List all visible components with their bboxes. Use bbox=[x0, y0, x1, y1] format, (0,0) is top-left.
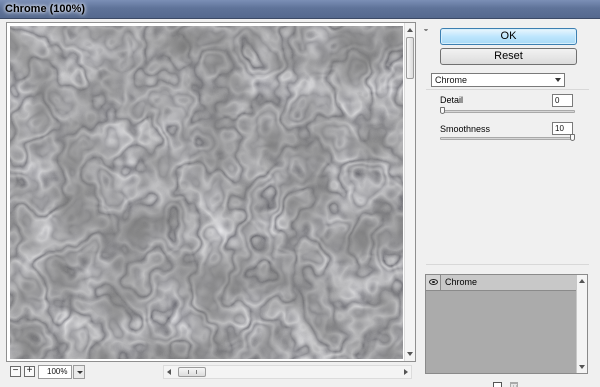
filter-parameters: Detail 0 Smoothness 10 bbox=[426, 89, 589, 265]
smoothness-label: Smoothness bbox=[440, 124, 491, 134]
scroll-left-icon[interactable] bbox=[167, 369, 171, 375]
zoom-level-field[interactable]: 100% bbox=[38, 365, 72, 379]
scroll-right-icon[interactable] bbox=[404, 369, 408, 375]
double-chevron-up-icon[interactable]: ˇˇ bbox=[424, 28, 428, 38]
chrome-preview-image[interactable] bbox=[10, 26, 403, 359]
scroll-thumb-horizontal[interactable] bbox=[178, 367, 206, 377]
preview-vertical-scrollbar[interactable] bbox=[404, 23, 415, 361]
title-bar: Chrome (100%) bbox=[0, 0, 600, 19]
scroll-down-icon[interactable] bbox=[407, 352, 413, 356]
eye-icon bbox=[429, 279, 438, 285]
trash-icon[interactable] bbox=[510, 382, 518, 387]
preview-horizontal-scrollbar[interactable] bbox=[163, 365, 412, 379]
zoom-out-button[interactable]: − bbox=[10, 366, 21, 377]
reset-button[interactable]: Reset bbox=[440, 48, 577, 65]
chrome-texture bbox=[10, 26, 403, 359]
filter-select-value: Chrome bbox=[435, 75, 468, 85]
new-effect-layer-icon[interactable] bbox=[493, 382, 502, 387]
scroll-down-icon[interactable] bbox=[579, 365, 585, 369]
window-title: Chrome (100%) bbox=[5, 3, 86, 15]
effect-layers-panel: Chrome bbox=[425, 274, 588, 374]
layer-name: Chrome bbox=[445, 277, 478, 287]
zoom-in-button[interactable]: + bbox=[24, 366, 35, 377]
ok-button[interactable]: OK bbox=[440, 28, 577, 45]
layer-visibility-toggle[interactable] bbox=[426, 275, 441, 290]
scroll-thumb[interactable] bbox=[406, 37, 414, 79]
chevron-down-icon bbox=[555, 78, 561, 82]
zoom-dropdown-button[interactable] bbox=[73, 365, 85, 379]
smoothness-slider-track[interactable] bbox=[440, 137, 575, 140]
effect-layer-row[interactable]: Chrome bbox=[426, 275, 577, 291]
layers-scrollbar[interactable] bbox=[576, 275, 587, 373]
filter-select[interactable]: Chrome bbox=[431, 73, 565, 87]
preview-bottom-bar: − + 100% bbox=[6, 364, 416, 383]
detail-slider-track[interactable] bbox=[440, 110, 575, 113]
smoothness-slider-thumb[interactable] bbox=[570, 134, 575, 141]
detail-label: Detail bbox=[440, 95, 464, 105]
scroll-up-icon[interactable] bbox=[407, 28, 413, 32]
preview-pane[interactable] bbox=[6, 22, 416, 362]
detail-slider-thumb[interactable] bbox=[440, 107, 445, 114]
filter-gallery-dialog: − + 100% ˇˇ OK Reset Chrome Detail 0 Smo… bbox=[0, 19, 600, 387]
detail-value-field[interactable]: 0 bbox=[552, 94, 573, 107]
scroll-up-icon[interactable] bbox=[579, 279, 585, 283]
